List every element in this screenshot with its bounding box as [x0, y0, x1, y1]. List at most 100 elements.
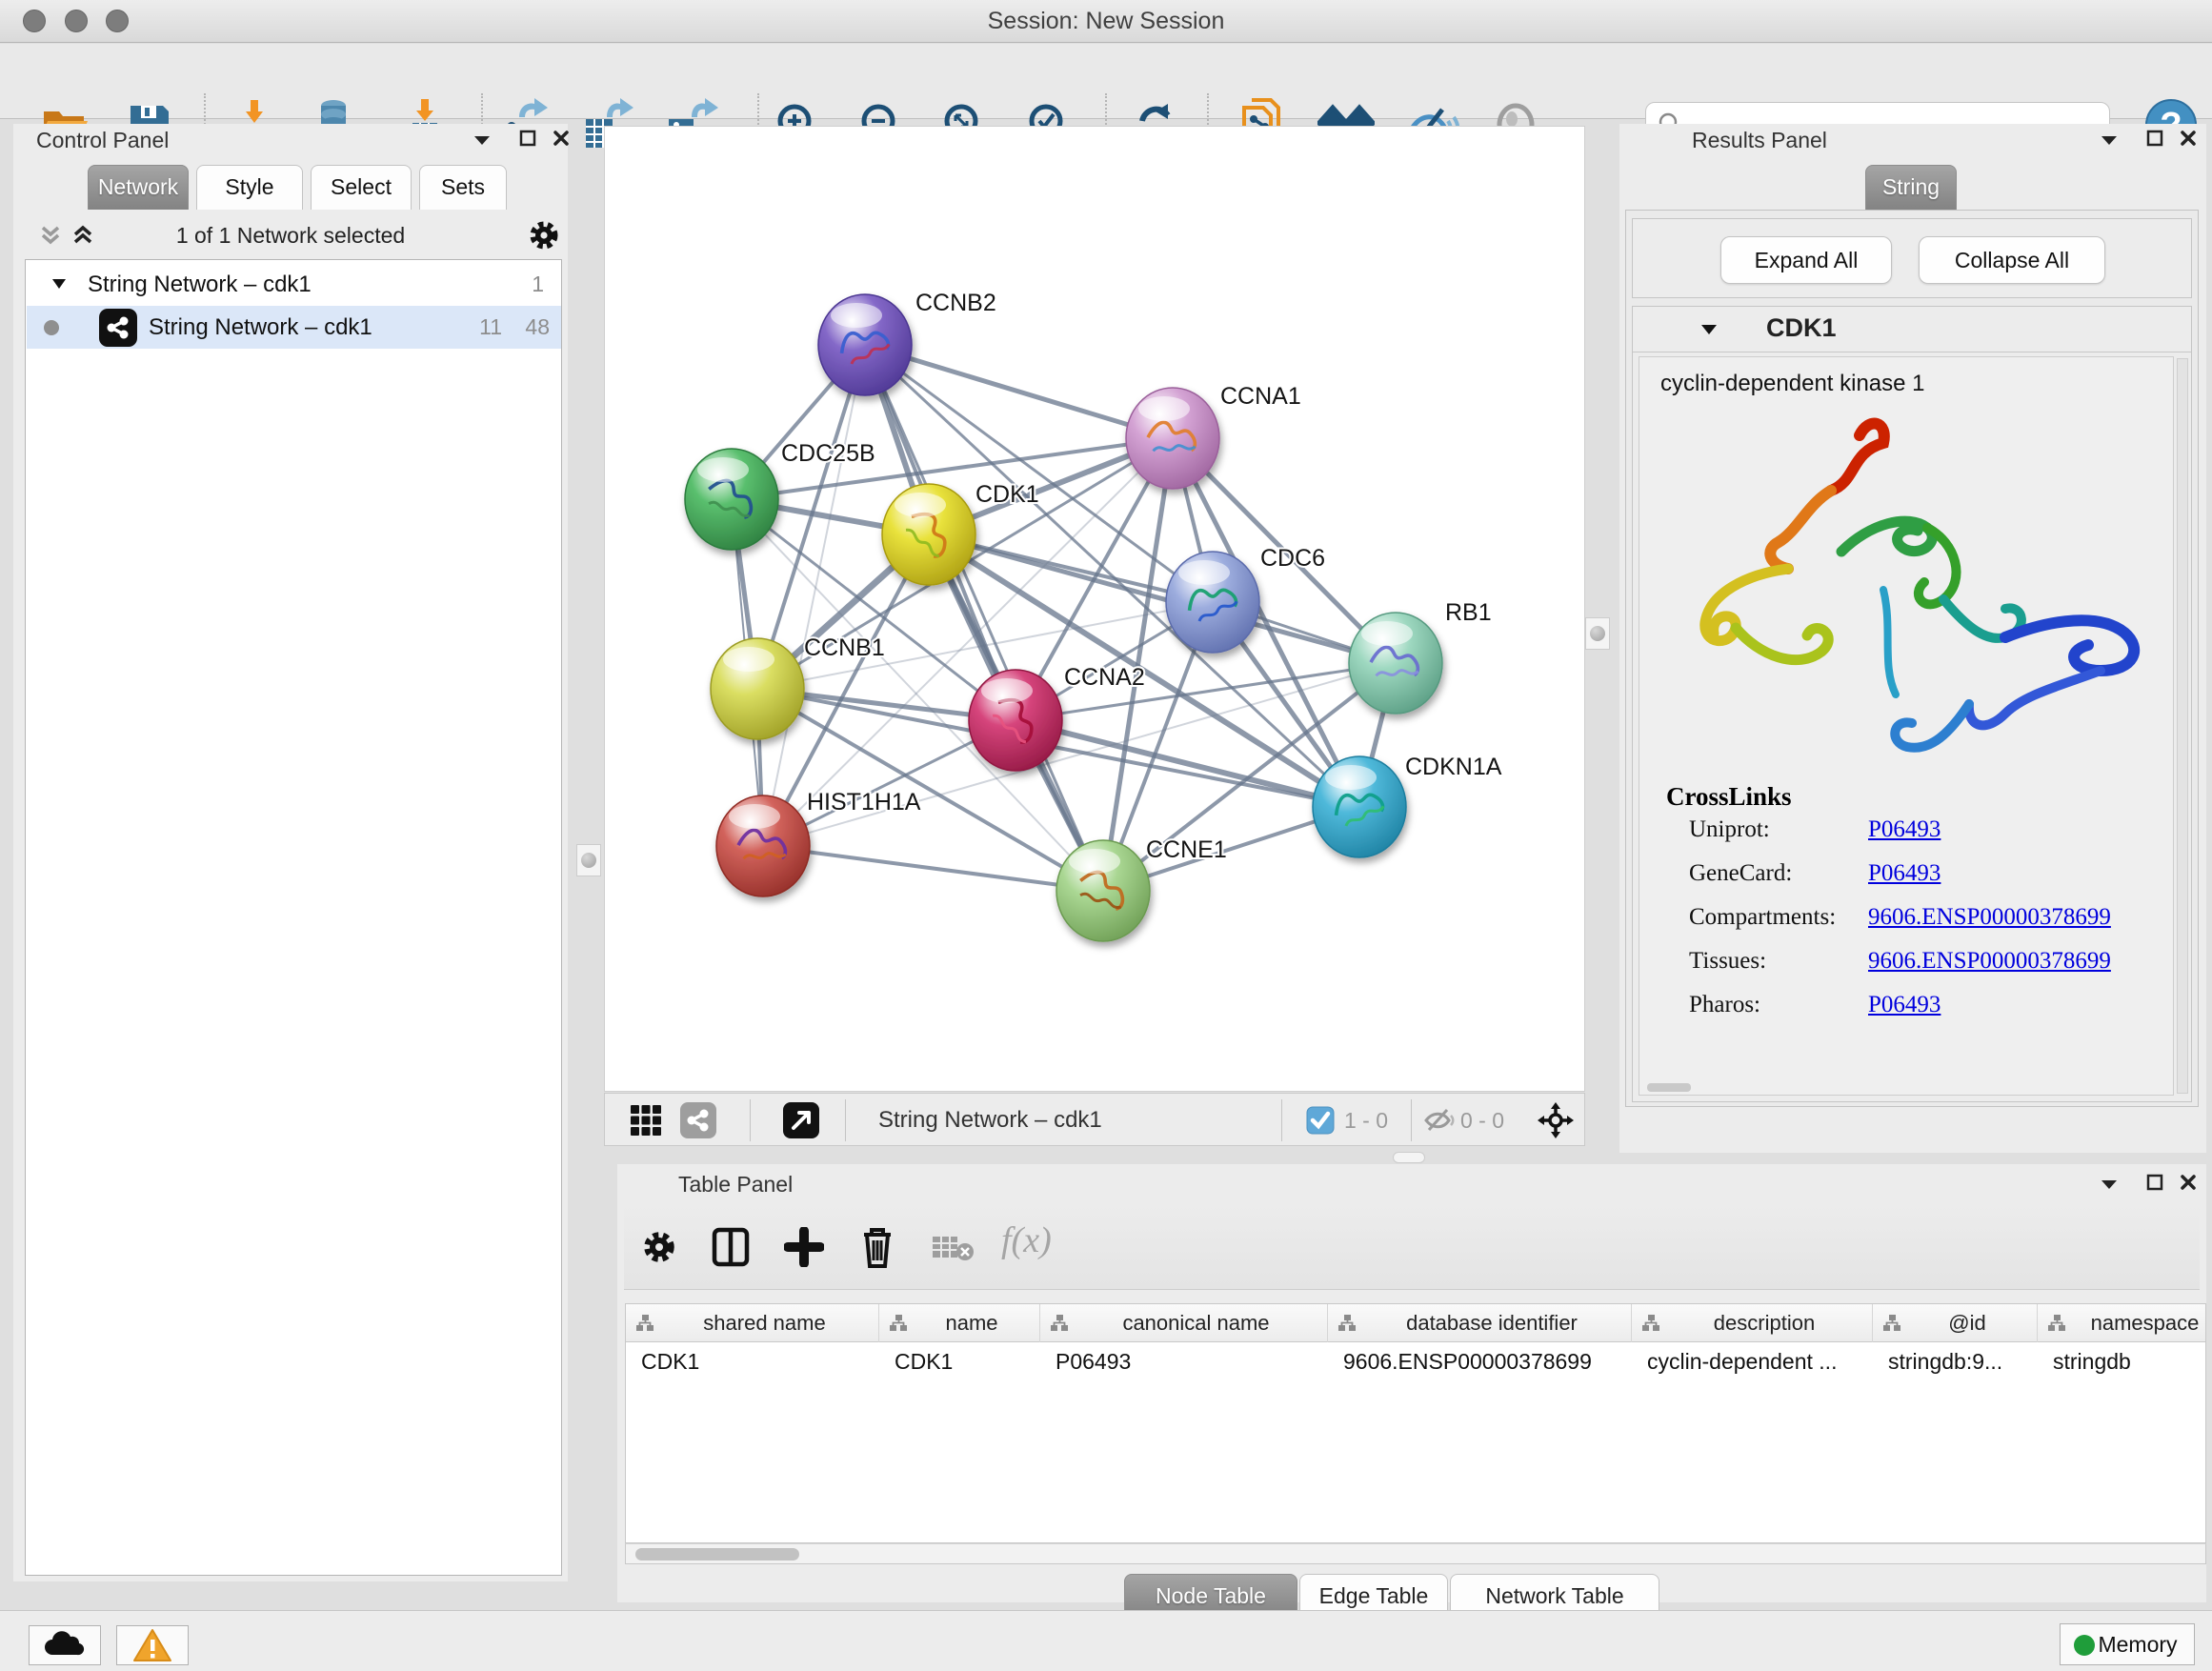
- crosslink-link[interactable]: 9606.ENSP00000378699: [1868, 904, 2111, 931]
- crosslink-link[interactable]: P06493: [1868, 860, 1941, 887]
- hidden-eye-slash-icon: [1422, 1106, 1455, 1135]
- node-label-CDC25B: CDC25B: [781, 440, 875, 467]
- detach-view-icon[interactable]: [782, 1101, 820, 1139]
- grid-view-icon[interactable]: [630, 1104, 662, 1137]
- warning-icon: [117, 1626, 188, 1664]
- table-cell[interactable]: cyclin-dependent ...: [1632, 1342, 1873, 1380]
- warning-button[interactable]: [116, 1625, 189, 1665]
- float-panel-icon[interactable]: [2145, 129, 2164, 148]
- table-cell[interactable]: stringdb:9...: [1873, 1342, 2038, 1380]
- tab-style[interactable]: Style: [196, 165, 303, 210]
- tab-network[interactable]: Network: [88, 165, 189, 210]
- section-expander-icon[interactable]: [1699, 323, 1719, 336]
- selected-checkbox-icon[interactable]: [1306, 1106, 1335, 1135]
- cloud-icon: [30, 1626, 100, 1664]
- network-node-CCNB2[interactable]: [818, 294, 912, 395]
- results-vscroll[interactable]: [2177, 358, 2188, 1094]
- network-view-share-icon[interactable]: [679, 1101, 717, 1139]
- collapse-panel-icon[interactable]: [2100, 1178, 2119, 1191]
- table-cell[interactable]: CDK1: [626, 1342, 879, 1380]
- tab-string[interactable]: String: [1865, 165, 1957, 210]
- node-label-CCNB1: CCNB1: [804, 634, 885, 661]
- column-header-description[interactable]: description: [1632, 1304, 1873, 1342]
- delete-column-icon[interactable]: [858, 1225, 896, 1269]
- table-cell[interactable]: CDK1: [879, 1342, 1040, 1380]
- float-panel-icon[interactable]: [2145, 1173, 2164, 1192]
- crosslink-label: Pharos:: [1689, 992, 1760, 1018]
- node-results-box: CDK1 cyclin-dependent kinase 1: [1632, 306, 2192, 1102]
- column-header-database-identifier[interactable]: database identifier: [1328, 1304, 1632, 1342]
- tab-sets[interactable]: Sets: [419, 165, 507, 210]
- node-section-header[interactable]: CDK1: [1633, 307, 2191, 352]
- results-panel: Results Panel String Expand All Collapse…: [1619, 124, 2206, 1153]
- network-node-HIST1H1A[interactable]: [716, 795, 810, 896]
- memory-button[interactable]: Memory: [2060, 1623, 2195, 1665]
- gear-icon[interactable]: [528, 219, 560, 252]
- column-header--id[interactable]: @id: [1873, 1304, 2038, 1342]
- bottom-splitter-handle[interactable]: [1393, 1152, 1425, 1163]
- network-node-CDKN1A[interactable]: [1313, 756, 1406, 857]
- expander-icon[interactable]: [51, 278, 67, 290]
- network-canvas-container[interactable]: CCNB2CCNA1CDC25BCDK1CDC6RB1CCNB1CCNA2CDK…: [604, 126, 1585, 1092]
- network-node-RB1[interactable]: [1349, 613, 1442, 714]
- network-collection-row[interactable]: String Network – cdk1 1: [27, 263, 561, 306]
- table-cell[interactable]: stringdb: [2038, 1342, 2206, 1380]
- cloud-button[interactable]: [29, 1625, 101, 1665]
- network-canvas[interactable]: CCNB2CCNA1CDC25BCDK1CDC6RB1CCNB1CCNA2CDK…: [605, 127, 1584, 1091]
- network-node-CDC6[interactable]: [1166, 552, 1259, 653]
- network-node-CCNA2[interactable]: [969, 670, 1062, 771]
- status-bar: Memory: [0, 1610, 2212, 1671]
- crosslink-label: Uniprot:: [1689, 816, 1770, 843]
- table-cell[interactable]: P06493: [1040, 1342, 1328, 1380]
- table-settings-gear-icon[interactable]: [641, 1229, 677, 1265]
- collapse-panel-icon[interactable]: [2100, 133, 2119, 147]
- column-header-shared-name[interactable]: shared name: [626, 1304, 879, 1342]
- node-section-title: CDK1: [1766, 313, 1837, 343]
- network-node-CCNA1[interactable]: [1126, 388, 1219, 489]
- delete-table-icon: [931, 1233, 975, 1263]
- network-node-CDK1[interactable]: [882, 484, 975, 585]
- node-table[interactable]: shared namenamecanonical namedatabase id…: [625, 1303, 2206, 1543]
- table-hscrollbar[interactable]: [625, 1543, 2206, 1564]
- column-header-name[interactable]: name: [879, 1304, 1040, 1342]
- crosslink-link[interactable]: 9606.ENSP00000378699: [1868, 948, 2111, 975]
- show-columns-icon[interactable]: [712, 1227, 750, 1267]
- fit-content-icon[interactable]: [1537, 1101, 1575, 1139]
- table-panel: Table Panel f(x) shared namenamecanonica…: [617, 1164, 2206, 1602]
- close-panel-icon[interactable]: [552, 129, 571, 148]
- function-builder-icon: f(x): [1001, 1219, 1052, 1261]
- network-selected-summary: 1 of 1 Network selected: [13, 223, 568, 249]
- column-header-namespace[interactable]: namespace: [2038, 1304, 2206, 1342]
- network-node-CDC25B[interactable]: [685, 449, 778, 550]
- right-splitter-handle[interactable]: [1585, 617, 1610, 650]
- expand-all-button[interactable]: Expand All: [1720, 236, 1892, 284]
- column-header-canonical-name[interactable]: canonical name: [1040, 1304, 1328, 1342]
- crosslinks-hscroll[interactable]: [1647, 1083, 1691, 1092]
- node-label-CDKN1A: CDKN1A: [1405, 754, 1502, 780]
- collapse-panel-icon[interactable]: [473, 133, 492, 147]
- network-row[interactable]: String Network – cdk1 11 48: [27, 306, 561, 349]
- crosslink-link[interactable]: P06493: [1868, 992, 1941, 1018]
- float-panel-icon[interactable]: [518, 129, 537, 148]
- close-panel-icon[interactable]: [2179, 129, 2198, 148]
- network-node-CCNE1[interactable]: [1056, 840, 1150, 941]
- tab-select[interactable]: Select: [311, 165, 412, 210]
- collection-label: String Network – cdk1: [88, 263, 312, 306]
- crosslink-row: GeneCard: P06493: [1689, 860, 2165, 904]
- results-panel-title: Results Panel: [1692, 128, 1827, 153]
- network-list: String Network – cdk1 1 String Network –…: [25, 259, 562, 1576]
- network-node-CCNB1[interactable]: [711, 638, 804, 739]
- table-hscroll-thumb[interactable]: [635, 1548, 799, 1560]
- crosslink-link[interactable]: P06493: [1868, 816, 1941, 843]
- crosslink-label: GeneCard:: [1689, 860, 1792, 887]
- crosslinks-title: CrossLinks: [1666, 782, 1792, 812]
- collapse-all-button[interactable]: Collapse All: [1919, 236, 2105, 284]
- close-panel-icon[interactable]: [2179, 1173, 2198, 1192]
- add-column-icon[interactable]: [784, 1227, 824, 1267]
- table-cell[interactable]: 9606.ENSP00000378699: [1328, 1342, 1632, 1380]
- control-panel-title: Control Panel: [36, 128, 169, 153]
- node-details: cyclin-dependent kinase 1: [1639, 356, 2174, 1096]
- network-status-dot: [44, 320, 59, 335]
- table-panel-title: Table Panel: [678, 1172, 793, 1198]
- left-splitter-handle[interactable]: [576, 844, 601, 876]
